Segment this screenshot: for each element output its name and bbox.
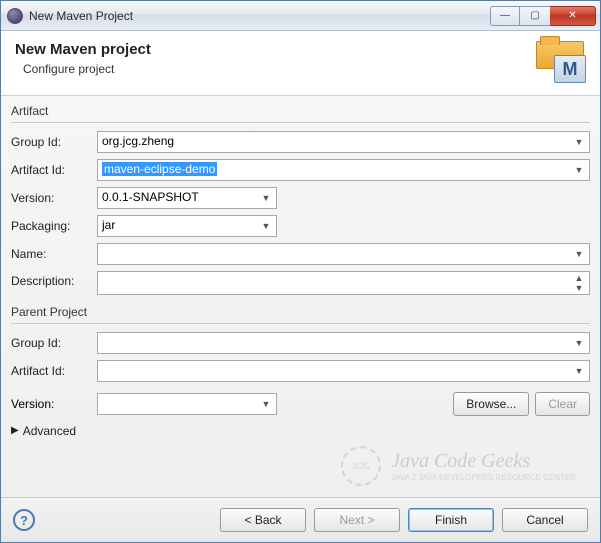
- triangle-right-icon: ▶: [11, 425, 19, 436]
- description-input[interactable]: ▲▼: [97, 271, 590, 295]
- finish-button[interactable]: Finish: [408, 508, 494, 532]
- close-button[interactable]: ✕: [550, 6, 596, 26]
- titlebar[interactable]: New Maven Project — ▢ ✕: [1, 1, 600, 31]
- chevron-down-icon: ▼: [258, 190, 274, 206]
- maven-wizard-icon: M: [536, 41, 586, 83]
- packaging-input[interactable]: jar ▼: [97, 215, 277, 237]
- chevron-down-icon: ▼: [571, 246, 587, 262]
- watermark-logo-icon: JCG: [341, 446, 381, 486]
- packaging-label: Packaging:: [11, 219, 91, 233]
- parent-version-label: Version:: [11, 397, 91, 411]
- artifact-form: Group Id: org.jcg.zheng ▼ Artifact Id: m…: [11, 131, 590, 295]
- separator: [11, 323, 590, 324]
- watermark-subtitle: JAVA 2 JAVA DEVELOPERS RESOURCE CENTER: [391, 473, 576, 482]
- watermark: JCG Java Code Geeks JAVA 2 JAVA DEVELOPE…: [11, 442, 590, 491]
- version-input[interactable]: 0.0.1-SNAPSHOT ▼: [97, 187, 277, 209]
- parent-artifact-id-label: Artifact Id:: [11, 364, 91, 378]
- page-subtitle: Configure project: [15, 62, 151, 76]
- chevron-down-icon: ▼: [258, 218, 274, 234]
- minimize-button[interactable]: —: [490, 6, 520, 26]
- parent-group-id-input[interactable]: ▼: [97, 332, 590, 354]
- parent-version-row: Version: ▼ Browse... Clear: [11, 392, 590, 416]
- cancel-button[interactable]: Cancel: [502, 508, 588, 532]
- version-label: Version:: [11, 191, 91, 205]
- version-value: 0.0.1-SNAPSHOT: [102, 190, 199, 204]
- artifact-id-label: Artifact Id:: [11, 163, 91, 177]
- chevron-down-icon: ▼: [571, 134, 587, 150]
- maximize-button[interactable]: ▢: [520, 6, 550, 26]
- watermark-title: Java Code Geeks: [391, 450, 576, 473]
- chevron-down-icon: ▼: [571, 335, 587, 351]
- page-title: New Maven project: [15, 41, 151, 58]
- chevron-down-icon: ▼: [571, 363, 587, 379]
- window-controls: — ▢ ✕: [490, 6, 596, 26]
- group-id-value: org.jcg.zheng: [102, 134, 174, 148]
- advanced-label: Advanced: [23, 424, 76, 438]
- name-input[interactable]: ▼: [97, 243, 590, 265]
- separator: [11, 122, 590, 123]
- parent-section-label: Parent Project: [11, 305, 590, 319]
- chevron-down-icon: ▼: [258, 396, 274, 412]
- artifact-id-input[interactable]: maven-eclipse-demo ▼: [97, 159, 590, 181]
- artifact-section-label: Artifact: [11, 104, 590, 118]
- parent-version-input[interactable]: ▼: [97, 393, 277, 415]
- window-title: New Maven Project: [29, 9, 490, 23]
- group-id-input[interactable]: org.jcg.zheng ▼: [97, 131, 590, 153]
- dialog-window: New Maven Project — ▢ ✕ New Maven projec…: [0, 0, 601, 543]
- advanced-toggle[interactable]: ▶ Advanced: [11, 424, 590, 438]
- parent-form: Group Id: ▼ Artifact Id: ▼: [11, 332, 590, 382]
- content-area: Artifact Group Id: org.jcg.zheng ▼ Artif…: [1, 96, 600, 497]
- chevron-up-down-icon: ▲▼: [571, 275, 587, 291]
- wizard-header: New Maven project Configure project M: [1, 31, 600, 96]
- description-label: Description:: [11, 271, 91, 288]
- help-button[interactable]: ?: [13, 509, 35, 531]
- chevron-down-icon: ▼: [571, 162, 587, 178]
- clear-button[interactable]: Clear: [535, 392, 590, 416]
- artifact-id-value: maven-eclipse-demo: [102, 162, 217, 176]
- wizard-footer: ? < Back Next > Finish Cancel: [1, 497, 600, 542]
- parent-group-id-label: Group Id:: [11, 336, 91, 350]
- browse-button[interactable]: Browse...: [453, 392, 529, 416]
- name-label: Name:: [11, 247, 91, 261]
- group-id-label: Group Id:: [11, 135, 91, 149]
- parent-artifact-id-input[interactable]: ▼: [97, 360, 590, 382]
- eclipse-icon: [7, 8, 23, 24]
- next-button[interactable]: Next >: [314, 508, 400, 532]
- back-button[interactable]: < Back: [220, 508, 306, 532]
- packaging-value: jar: [102, 218, 115, 232]
